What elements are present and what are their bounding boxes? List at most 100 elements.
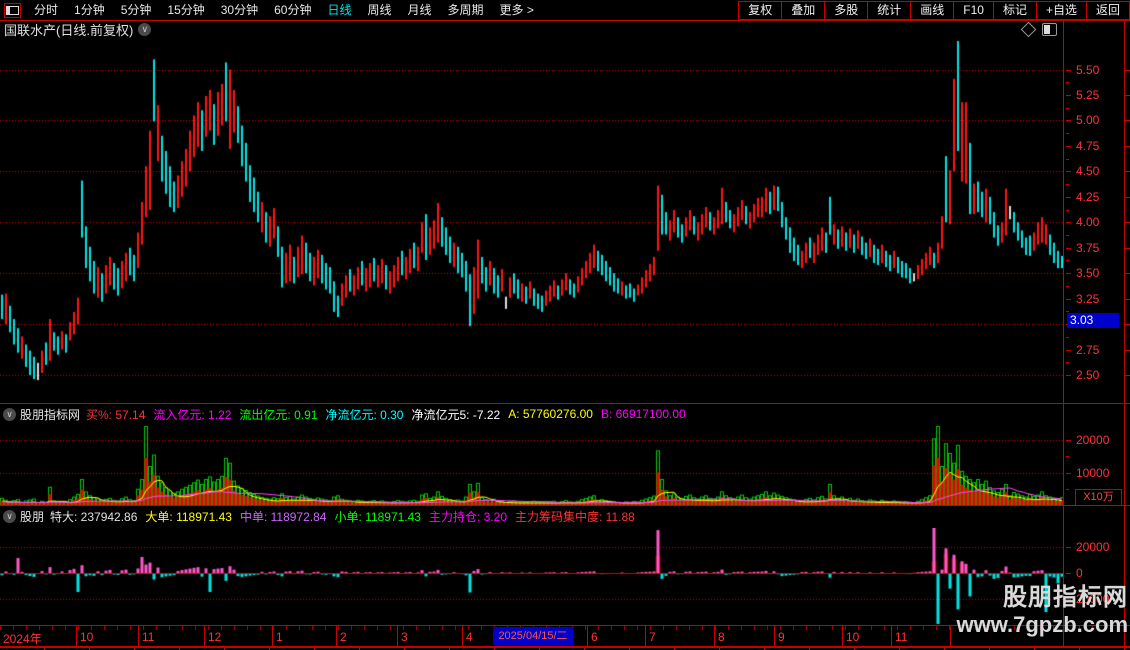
- toolbar-timeframe-item[interactable]: 分时: [27, 1, 65, 20]
- date-axis-month-label: 3: [401, 630, 408, 644]
- price-axis-label: 2.50: [1076, 368, 1100, 383]
- indicator-field: 大单: 118971.43: [145, 509, 232, 524]
- indicator-field: 买%: 57.14: [86, 407, 146, 422]
- price-axis-label: 5.25: [1076, 88, 1100, 102]
- axis-tick: [1066, 159, 1069, 160]
- toolbar-tool-button[interactable]: +自选: [1035, 0, 1087, 20]
- chevron-down-icon[interactable]: ∨: [3, 407, 16, 421]
- axis-tick: [1066, 108, 1069, 109]
- axis-tick: [1125, 222, 1130, 223]
- axis-tick: [1066, 299, 1071, 300]
- toolbar-tool-button[interactable]: 画线: [910, 0, 955, 20]
- axis-tick: [1125, 197, 1130, 198]
- axis-tick: [1066, 456, 1069, 457]
- candlestick-chart[interactable]: [0, 39, 1063, 403]
- split-pane-icon[interactable]: [1042, 23, 1057, 36]
- toolbar-timeframe-item[interactable]: 多周期: [441, 1, 491, 20]
- axis-tick: [1066, 197, 1071, 198]
- price-axis-label: 3.25: [1076, 291, 1100, 306]
- axis-tick: [1066, 260, 1069, 261]
- indicator-field: A: 57760276.00: [508, 407, 593, 421]
- toolbar-timeframe-item[interactable]: 1分钟: [67, 1, 112, 20]
- indicator-field: B: 66917100.00: [600, 407, 686, 421]
- toolbar-tool-button[interactable]: 复权: [738, 0, 783, 20]
- date-axis-separator: [397, 626, 398, 646]
- toolbar-timeframe-item[interactable]: 15分钟: [160, 1, 211, 20]
- toolbar-tool-button[interactable]: 标记: [992, 0, 1037, 20]
- date-axis-separator: [138, 626, 139, 646]
- axis-tick: [1066, 547, 1071, 548]
- crosshair-date-badge: 2025/04/15/二: [493, 627, 573, 645]
- toolbar-timeframe-item[interactable]: 周线: [360, 1, 398, 20]
- axis-tick: [1125, 375, 1130, 376]
- flow-axis-label: 0: [1076, 566, 1083, 580]
- money-flow-chart[interactable]: [0, 528, 1063, 625]
- price-axis-label: 4.75: [1076, 138, 1100, 153]
- indicator-field: 主力筹码集中度: 11.88: [515, 509, 635, 524]
- axis-tick: [1066, 171, 1071, 172]
- indicator-field: 净流亿元5: -7.22: [411, 407, 501, 422]
- axis-tick: [1066, 120, 1071, 121]
- toolbar-timeframe-item[interactable]: 60分钟: [267, 1, 318, 20]
- axis-tick: [1066, 248, 1071, 249]
- date-axis-month-label: 4: [466, 630, 473, 644]
- date-axis-separator: [950, 626, 951, 646]
- last-price-badge: 3.03: [1067, 313, 1119, 328]
- tool-button-group: 复权 叠加 多股 统计 画线 F10 标记 +自选 返回: [738, 0, 1130, 20]
- axis-tick: [1125, 171, 1130, 172]
- toolbar-tool-button[interactable]: 叠加: [781, 0, 826, 20]
- toolbar-timeframe-item[interactable]: 更多 >: [493, 1, 541, 20]
- toolbar-timeframe-item[interactable]: 月线: [401, 1, 439, 20]
- layout-icon[interactable]: [4, 2, 21, 18]
- date-axis-month-label: 6: [591, 630, 598, 644]
- title-row: 国联水产(日线.前复权) ∨: [0, 21, 1063, 38]
- axis-tick: [1125, 324, 1130, 325]
- volume-chart[interactable]: [0, 425, 1063, 505]
- volume-axis-label: 10000: [1076, 465, 1110, 480]
- flow-axis-label: 20000: [1076, 540, 1110, 554]
- price-axis-label: 5.50: [1076, 62, 1100, 77]
- watermark-site-url: www.7gpzb.com: [956, 611, 1128, 637]
- toolbar-timeframe-item[interactable]: 30分钟: [214, 1, 265, 20]
- axis-tick: [1066, 95, 1071, 96]
- indicator-field: 净流亿元: 0.30: [325, 407, 404, 422]
- indicator-field: 主力持仓: 3.20: [428, 509, 507, 524]
- date-axis-month-label: 7: [649, 630, 656, 644]
- price-axis-label: 5.00: [1076, 113, 1100, 128]
- date-axis-month-label: 11: [142, 630, 155, 644]
- axis-tick: [1066, 375, 1071, 376]
- date-axis-separator: [204, 626, 205, 646]
- price-axis-label: 4.00: [1076, 215, 1100, 230]
- date-axis-separator: [587, 626, 588, 646]
- axis-tick: [1066, 184, 1069, 185]
- indicator-name: 股朋: [20, 509, 45, 524]
- axis-tick: [1066, 273, 1071, 274]
- date-axis-month-label: 12: [208, 630, 222, 644]
- axis-tick: [1125, 273, 1130, 274]
- axis-tick: [1125, 248, 1130, 249]
- top-toolbar: 分时 1分钟 5分钟 15分钟 30分钟 60分钟 日线 周线 月线 多周期 更多 > 复权 叠加 多股…: [0, 0, 1130, 20]
- axis-tick: [1125, 120, 1130, 121]
- date-axis-month-label: 9: [778, 630, 785, 644]
- date-axis-separator: [774, 626, 775, 646]
- toolbar-tool-button[interactable]: 多股: [824, 0, 869, 20]
- chevron-down-icon[interactable]: ∨: [138, 23, 152, 36]
- indicator-name: 股朋指标网: [20, 407, 81, 422]
- axis-tick: [1066, 440, 1071, 441]
- axis-tick: [1125, 70, 1130, 71]
- order-size-indicator-row: ∨ 股朋 特大: 237942.86 大单: 118971.43 中单: 11897…: [0, 506, 1063, 526]
- axis-tick: [1066, 286, 1069, 287]
- axis-tick: [1066, 473, 1071, 474]
- toolbar-tool-button[interactable]: 统计: [867, 0, 912, 20]
- stock-title: 国联水产(日线.前复权): [4, 23, 134, 38]
- toolbar-tool-button[interactable]: F10: [953, 0, 994, 20]
- axis-border-right: [1124, 21, 1125, 646]
- toolbar-tool-button[interactable]: 返回: [1085, 0, 1130, 20]
- indicator-field: 流出亿元: 0.91: [239, 407, 318, 422]
- toolbar-timeframe-item[interactable]: 5分钟: [114, 1, 159, 20]
- date-axis-separator: [714, 626, 715, 646]
- toolbar-timeframe-item[interactable]: 日线: [320, 1, 358, 20]
- diamond-marker-icon[interactable]: [1020, 21, 1037, 38]
- date-axis-month-label: 2: [340, 630, 347, 644]
- chevron-down-icon[interactable]: ∨: [3, 509, 16, 523]
